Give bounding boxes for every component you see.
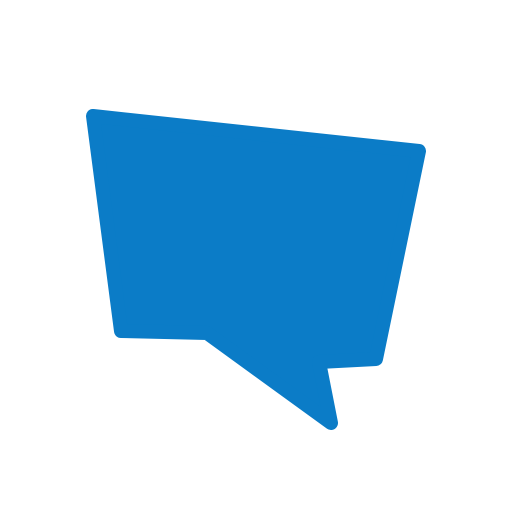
speech-bubble-icon [86,109,426,430]
icon-canvas [0,0,512,512]
speech-bubble-shape [86,109,426,430]
